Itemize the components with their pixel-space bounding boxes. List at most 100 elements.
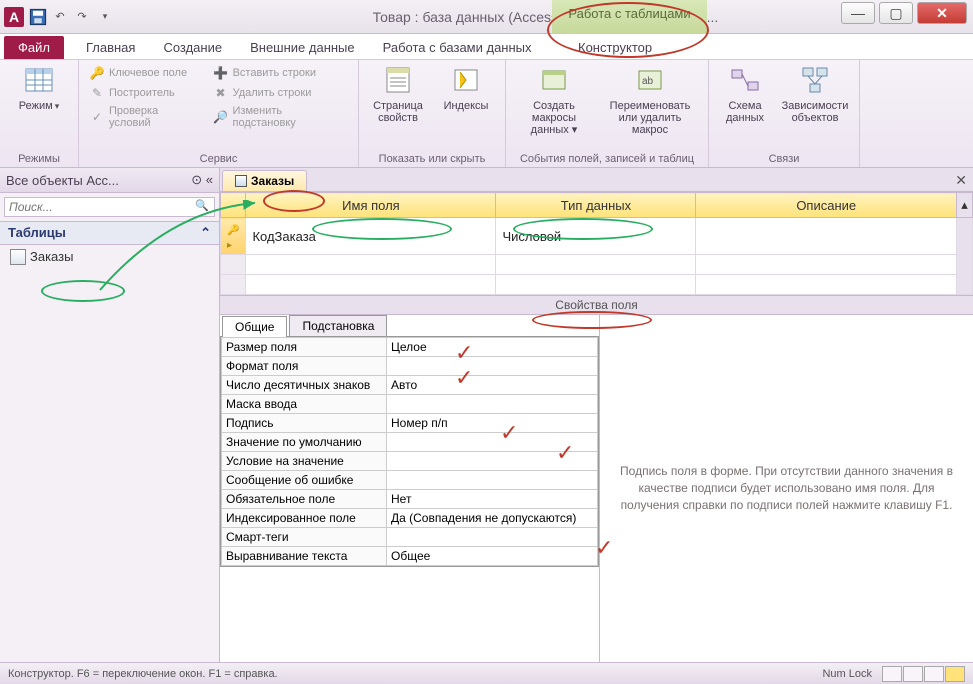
property-value[interactable] (387, 357, 598, 376)
column-header-datatype[interactable]: Тип данных (496, 193, 696, 218)
column-header-fieldname[interactable]: Имя поля (246, 193, 496, 218)
validation-label: Проверка условий (109, 105, 203, 129)
undo-icon[interactable]: ↶ (50, 7, 70, 27)
rename-delete-macro-button[interactable]: ab Переименовать или удалить макрос (600, 64, 700, 136)
field-row-empty[interactable] (221, 255, 973, 275)
validation-icon: ✓ (89, 109, 105, 125)
design-view-button[interactable] (945, 666, 965, 682)
lookup-icon: 🔎 (213, 109, 229, 125)
maximize-button[interactable]: ▢ (879, 2, 913, 24)
pivot-view-button[interactable] (903, 666, 923, 682)
property-label: Подпись (222, 414, 387, 433)
redo-icon[interactable]: ↷ (72, 7, 92, 27)
delete-rows-label: Удалить строки (233, 87, 312, 99)
tab-create[interactable]: Создание (149, 36, 236, 59)
close-button[interactable]: ✕ (917, 2, 967, 24)
collapse-category-icon[interactable]: ⌃ (200, 225, 211, 241)
property-value[interactable] (387, 528, 598, 547)
property-tab-general[interactable]: Общие (222, 316, 287, 337)
vertical-scrollbar[interactable] (957, 218, 973, 295)
column-header-description[interactable]: Описание (696, 193, 957, 218)
property-value[interactable] (387, 395, 598, 414)
rename-macro-icon: ab (634, 64, 666, 96)
scroll-up-button[interactable]: ▴ (957, 193, 973, 218)
tab-external-data[interactable]: Внешние данные (236, 36, 369, 59)
pivotchart-view-button[interactable] (924, 666, 944, 682)
datasheet-view-button[interactable] (882, 666, 902, 682)
property-grid[interactable]: Размер поляЦелоеФормат поляЧисло десятич… (220, 336, 599, 567)
tab-home[interactable]: Главная (72, 36, 149, 59)
property-row[interactable]: Смарт-теги (222, 528, 598, 547)
property-row[interactable]: Сообщение об ошибке (222, 471, 598, 490)
create-data-macros-label: Создать макросы данных ▾ (514, 100, 594, 136)
nav-search-input[interactable] (4, 197, 215, 217)
property-value[interactable]: Авто (387, 376, 598, 395)
document-tab-orders[interactable]: Заказы (222, 170, 307, 191)
document-close-button[interactable]: ✕ (949, 170, 973, 191)
qat-customize-icon[interactable] (94, 7, 114, 27)
save-icon[interactable] (28, 7, 48, 27)
tab-design[interactable]: Конструктор (564, 36, 666, 59)
property-label: Сообщение об ошибке (222, 471, 387, 490)
field-name-cell[interactable]: КодЗаказа (246, 218, 496, 255)
object-dependencies-button[interactable]: Зависимости объектов (779, 64, 851, 124)
ribbon-group-relationships: Схема данных Зависимости объектов Связи (709, 60, 860, 167)
property-value[interactable]: Целое (387, 338, 598, 357)
nav-collapse-icon[interactable]: ⊙ « (191, 172, 213, 188)
property-row[interactable]: Индексированное полеДа (Совпадения не до… (222, 509, 598, 528)
app-icon[interactable]: A (4, 7, 24, 27)
modify-lookups-button[interactable]: 🔎Изменить подстановку (211, 104, 350, 130)
field-row-empty[interactable] (221, 275, 973, 295)
tab-database-tools[interactable]: Работа с базами данных (369, 36, 546, 59)
field-type-cell[interactable]: Числовой (496, 218, 696, 255)
nav-pane-header[interactable]: Все объекты Acc... ⊙ « (0, 168, 219, 193)
property-value[interactable]: Общее (387, 547, 598, 566)
primary-key-button[interactable]: 🔑Ключевое поле (87, 64, 205, 82)
group-label-relations: Связи (717, 150, 851, 165)
search-icon[interactable]: 🔍 (195, 199, 209, 212)
property-row[interactable]: Формат поля (222, 357, 598, 376)
property-label: Маска ввода (222, 395, 387, 414)
property-row[interactable]: Значение по умолчанию (222, 433, 598, 452)
key-icon: 🔑 (89, 65, 105, 81)
field-row-1[interactable]: 🔑▸ КодЗаказа Числовой (221, 218, 973, 255)
property-row[interactable]: Размер поляЦелое (222, 338, 598, 357)
property-row[interactable]: Число десятичных знаковАвто (222, 376, 598, 395)
field-design-grid[interactable]: Имя поля Тип данных Описание ▴ 🔑▸ КодЗак… (220, 192, 973, 296)
property-value[interactable]: Нет (387, 490, 598, 509)
test-validation-button[interactable]: ✓Проверка условий (87, 104, 205, 130)
property-row[interactable]: Выравнивание текстаОбщее (222, 547, 598, 566)
data-macro-icon (538, 64, 570, 96)
property-value[interactable]: Да (Совпадения не допускаются) (387, 509, 598, 528)
nav-item-orders[interactable]: Заказы (0, 245, 219, 268)
ribbon-group-views: Режим Режимы (0, 60, 79, 167)
property-value[interactable] (387, 471, 598, 490)
property-row[interactable]: Обязательное полеНет (222, 490, 598, 509)
property-value[interactable] (387, 452, 598, 471)
contextual-tab-title: Работа с таблицами (552, 6, 707, 21)
row-selector-active[interactable]: 🔑▸ (221, 218, 246, 255)
view-button[interactable]: Режим (8, 64, 70, 112)
property-label: Формат поля (222, 357, 387, 376)
property-row[interactable]: ПодписьНомер п/п (222, 414, 598, 433)
indexes-button[interactable]: Индексы (435, 64, 497, 112)
property-value[interactable] (387, 433, 598, 452)
nav-category-tables[interactable]: Таблицы ⌃ (0, 221, 219, 245)
property-sheet-button[interactable]: Страница свойств (367, 64, 429, 124)
builder-label: Построитель (109, 87, 175, 99)
property-row[interactable]: Маска ввода (222, 395, 598, 414)
builder-button[interactable]: ✎Построитель (87, 84, 205, 102)
create-data-macros-button[interactable]: Создать макросы данных ▾ (514, 64, 594, 136)
relationships-button[interactable]: Схема данных (717, 64, 773, 124)
property-tab-lookup[interactable]: Подстановка (289, 315, 387, 336)
property-label: Обязательное поле (222, 490, 387, 509)
group-label-show-hide: Показать или скрыть (367, 150, 497, 165)
property-label: Размер поля (222, 338, 387, 357)
minimize-button[interactable]: — (841, 2, 875, 24)
tab-file[interactable]: Файл (4, 36, 64, 59)
field-desc-cell[interactable] (696, 218, 957, 255)
delete-rows-button[interactable]: ✖Удалить строки (211, 84, 350, 102)
property-value[interactable]: Номер п/п (387, 414, 598, 433)
insert-rows-button[interactable]: ➕Вставить строки (211, 64, 350, 82)
property-row[interactable]: Условие на значение (222, 452, 598, 471)
